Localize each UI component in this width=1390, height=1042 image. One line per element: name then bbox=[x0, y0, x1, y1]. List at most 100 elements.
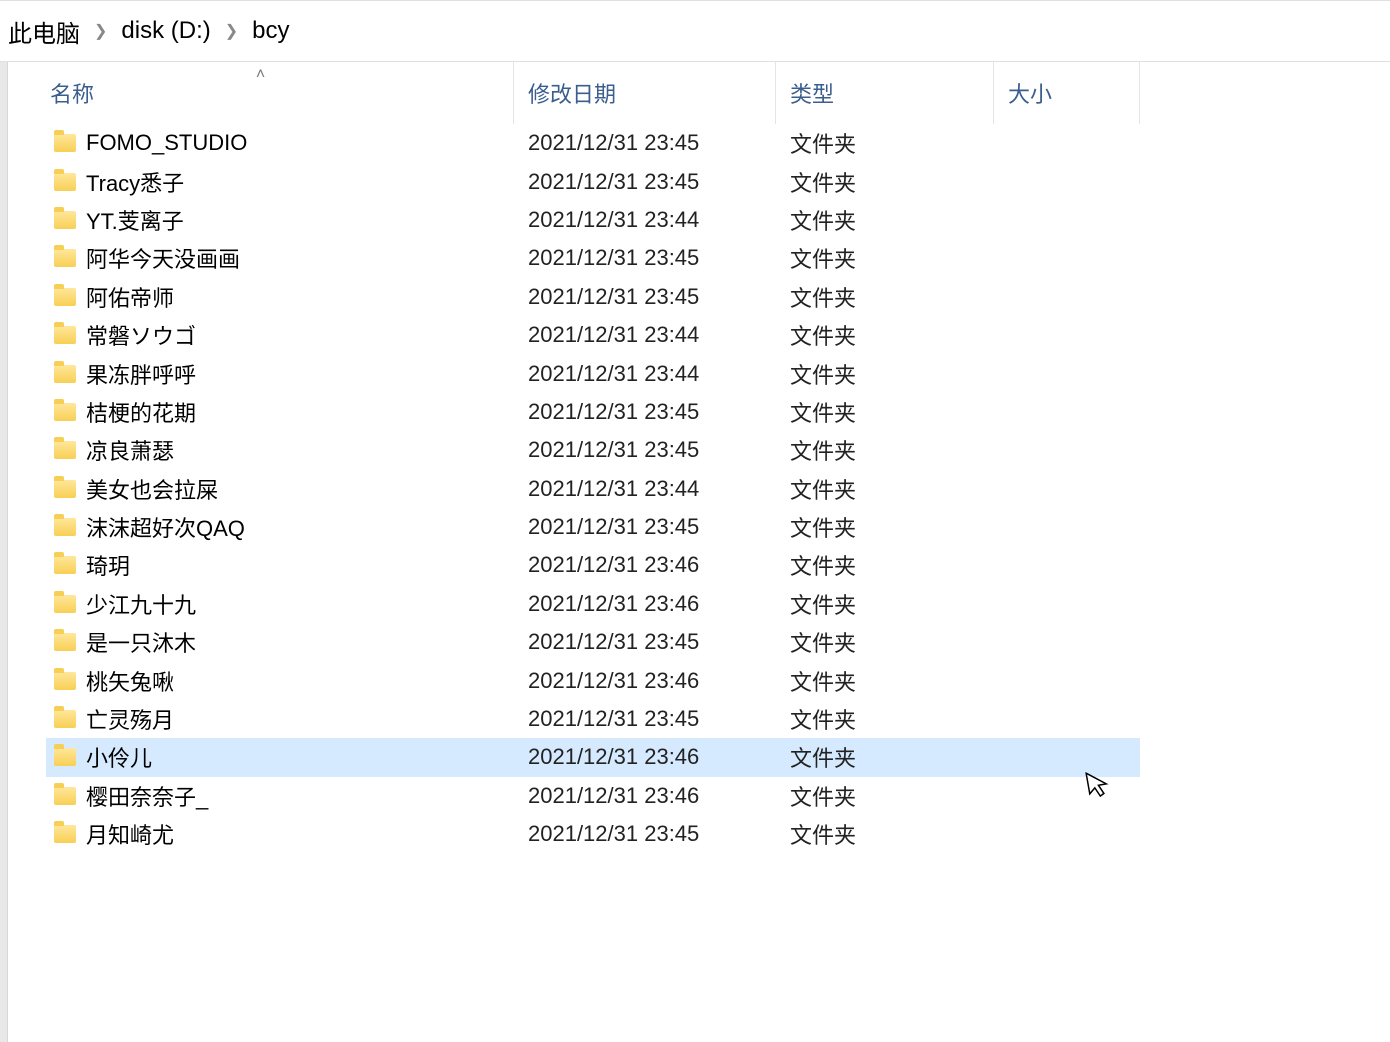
file-name-cell[interactable]: 果冻胖呼呼 bbox=[46, 358, 514, 390]
sort-ascending-icon: ˄ bbox=[256, 66, 265, 84]
table-row[interactable]: 阿佑帝师2021/12/31 23:45文件夹 bbox=[46, 278, 1140, 316]
folder-icon bbox=[54, 326, 76, 344]
file-name-cell[interactable]: 阿佑帝师 bbox=[46, 281, 514, 313]
file-name: 小伶儿 bbox=[86, 741, 152, 773]
folder-icon bbox=[54, 518, 76, 536]
file-name-cell[interactable]: 亡灵殇月 bbox=[46, 703, 514, 735]
file-type: 文件夹 bbox=[776, 511, 994, 543]
table-row[interactable]: 琦玥2021/12/31 23:46文件夹 bbox=[46, 546, 1140, 584]
column-header-date-label: 修改日期 bbox=[528, 77, 616, 109]
file-name: 亡灵殇月 bbox=[86, 703, 174, 735]
breadcrumb[interactable]: 此电脑 ❯ disk (D:) ❯ bcy bbox=[0, 0, 1390, 62]
table-row[interactable]: 果冻胖呼呼2021/12/31 23:44文件夹 bbox=[46, 354, 1140, 392]
file-name-cell[interactable]: 桔梗的花期 bbox=[46, 396, 514, 428]
table-row[interactable]: 凉良萧瑟2021/12/31 23:45文件夹 bbox=[46, 431, 1140, 469]
file-name-cell[interactable]: 月知崎尤 bbox=[46, 818, 514, 850]
file-type: 文件夹 bbox=[776, 473, 994, 505]
table-row[interactable]: 桃矢兔啾2021/12/31 23:46文件夹 bbox=[46, 661, 1140, 699]
table-row[interactable]: YT.芰离子2021/12/31 23:44文件夹 bbox=[46, 201, 1140, 239]
file-name: 樱田奈奈子_ bbox=[86, 780, 208, 812]
folder-icon bbox=[54, 173, 76, 191]
table-row[interactable]: 沫沫超好次QAQ 2021/12/31 23:45文件夹 bbox=[46, 508, 1140, 546]
column-headers: ˄ 名称 修改日期 类型 大小 bbox=[8, 62, 1390, 124]
file-name: 琦玥 bbox=[86, 549, 130, 581]
file-name: 沫沫超好次QAQ bbox=[86, 511, 245, 543]
table-row[interactable]: 小伶儿2021/12/31 23:46文件夹 bbox=[46, 738, 1140, 776]
file-name: 果冻胖呼呼 bbox=[86, 358, 196, 390]
file-name-cell[interactable]: 沫沫超好次QAQ bbox=[46, 511, 514, 543]
file-name: YT.芰离子 bbox=[86, 204, 184, 236]
chevron-right-icon: ❯ bbox=[88, 21, 113, 41]
file-name-cell[interactable]: 小伶儿 bbox=[46, 741, 514, 773]
file-name: 阿华今天没画画 bbox=[86, 242, 240, 274]
table-row[interactable]: FOMO_STUDIO2021/12/31 23:45文件夹 bbox=[46, 124, 1140, 162]
folder-icon bbox=[54, 480, 76, 498]
file-name: Tracy悉子 bbox=[86, 166, 184, 198]
file-name-cell[interactable]: 阿华今天没画画 bbox=[46, 242, 514, 274]
file-type: 文件夹 bbox=[776, 166, 994, 198]
column-header-name[interactable]: ˄ 名称 bbox=[8, 62, 514, 124]
file-date: 2021/12/31 23:45 bbox=[514, 399, 776, 425]
table-row[interactable]: 亡灵殇月2021/12/31 23:45文件夹 bbox=[46, 700, 1140, 738]
file-type: 文件夹 bbox=[776, 818, 994, 850]
file-type: 文件夹 bbox=[776, 127, 994, 159]
file-name: 月知崎尤 bbox=[86, 818, 174, 850]
file-name-cell[interactable]: 少江九十九 bbox=[46, 588, 514, 620]
file-date: 2021/12/31 23:46 bbox=[514, 783, 776, 809]
nav-gutter bbox=[0, 62, 8, 1042]
file-date: 2021/12/31 23:45 bbox=[514, 245, 776, 271]
folder-icon bbox=[54, 748, 76, 766]
chevron-right-icon: ❯ bbox=[219, 21, 244, 41]
table-row[interactable]: 桔梗的花期2021/12/31 23:45文件夹 bbox=[46, 393, 1140, 431]
file-name: 凉良萧瑟 bbox=[86, 434, 174, 466]
file-name-cell[interactable]: 樱田奈奈子_ bbox=[46, 780, 514, 812]
column-header-type[interactable]: 类型 bbox=[776, 62, 994, 124]
folder-icon bbox=[54, 134, 76, 152]
table-row[interactable]: Tracy悉子 2021/12/31 23:45文件夹 bbox=[46, 162, 1140, 200]
file-name-cell[interactable]: FOMO_STUDIO bbox=[46, 130, 514, 156]
breadcrumb-item-0[interactable]: 此电脑 bbox=[0, 14, 88, 49]
table-row[interactable]: 是一只沐木2021/12/31 23:45文件夹 bbox=[46, 623, 1140, 661]
file-date: 2021/12/31 23:45 bbox=[514, 514, 776, 540]
table-row[interactable]: 少江九十九2021/12/31 23:46文件夹 bbox=[46, 585, 1140, 623]
breadcrumb-item-2[interactable]: bcy bbox=[244, 17, 297, 45]
column-header-name-label: 名称 bbox=[50, 77, 94, 109]
file-date: 2021/12/31 23:45 bbox=[514, 169, 776, 195]
column-header-type-label: 类型 bbox=[790, 77, 834, 109]
file-date: 2021/12/31 23:45 bbox=[514, 284, 776, 310]
file-name-cell[interactable]: 凉良萧瑟 bbox=[46, 434, 514, 466]
file-date: 2021/12/31 23:44 bbox=[514, 361, 776, 387]
file-name: 少江九十九 bbox=[86, 588, 196, 620]
breadcrumb-item-1[interactable]: disk (D:) bbox=[113, 17, 218, 45]
file-name: 常磐ソウゴ bbox=[86, 319, 196, 351]
table-row[interactable]: 樱田奈奈子_ 2021/12/31 23:46文件夹 bbox=[46, 777, 1140, 815]
file-date: 2021/12/31 23:45 bbox=[514, 130, 776, 156]
file-name-cell[interactable]: 美女也会拉屎 bbox=[46, 473, 514, 505]
column-header-date[interactable]: 修改日期 bbox=[514, 62, 776, 124]
folder-icon bbox=[54, 710, 76, 728]
table-row[interactable]: 阿华今天没画画2021/12/31 23:45文件夹 bbox=[46, 239, 1140, 277]
file-name: 桃矢兔啾 bbox=[86, 665, 174, 697]
file-name-cell[interactable]: Tracy悉子 bbox=[46, 166, 514, 198]
file-date: 2021/12/31 23:46 bbox=[514, 591, 776, 617]
file-name-cell[interactable]: 是一只沐木 bbox=[46, 626, 514, 658]
file-name-cell[interactable]: YT.芰离子 bbox=[46, 204, 514, 236]
folder-icon bbox=[54, 672, 76, 690]
file-name-cell[interactable]: 桃矢兔啾 bbox=[46, 665, 514, 697]
file-type: 文件夹 bbox=[776, 626, 994, 658]
table-row[interactable]: 常磐ソウゴ2021/12/31 23:44文件夹 bbox=[46, 316, 1140, 354]
file-date: 2021/12/31 23:45 bbox=[514, 706, 776, 732]
table-row[interactable]: 月知崎尤 2021/12/31 23:45文件夹 bbox=[46, 815, 1140, 853]
column-header-size-label: 大小 bbox=[1008, 77, 1052, 109]
column-header-size[interactable]: 大小 bbox=[994, 62, 1140, 124]
file-date: 2021/12/31 23:46 bbox=[514, 668, 776, 694]
file-date: 2021/12/31 23:45 bbox=[514, 437, 776, 463]
file-date: 2021/12/31 23:46 bbox=[514, 744, 776, 770]
table-row[interactable]: 美女也会拉屎2021/12/31 23:44文件夹 bbox=[46, 470, 1140, 508]
file-type: 文件夹 bbox=[776, 780, 994, 812]
file-type: 文件夹 bbox=[776, 319, 994, 351]
file-date: 2021/12/31 23:45 bbox=[514, 821, 776, 847]
folder-icon bbox=[54, 825, 76, 843]
file-name-cell[interactable]: 常磐ソウゴ bbox=[46, 319, 514, 351]
file-name-cell[interactable]: 琦玥 bbox=[46, 549, 514, 581]
